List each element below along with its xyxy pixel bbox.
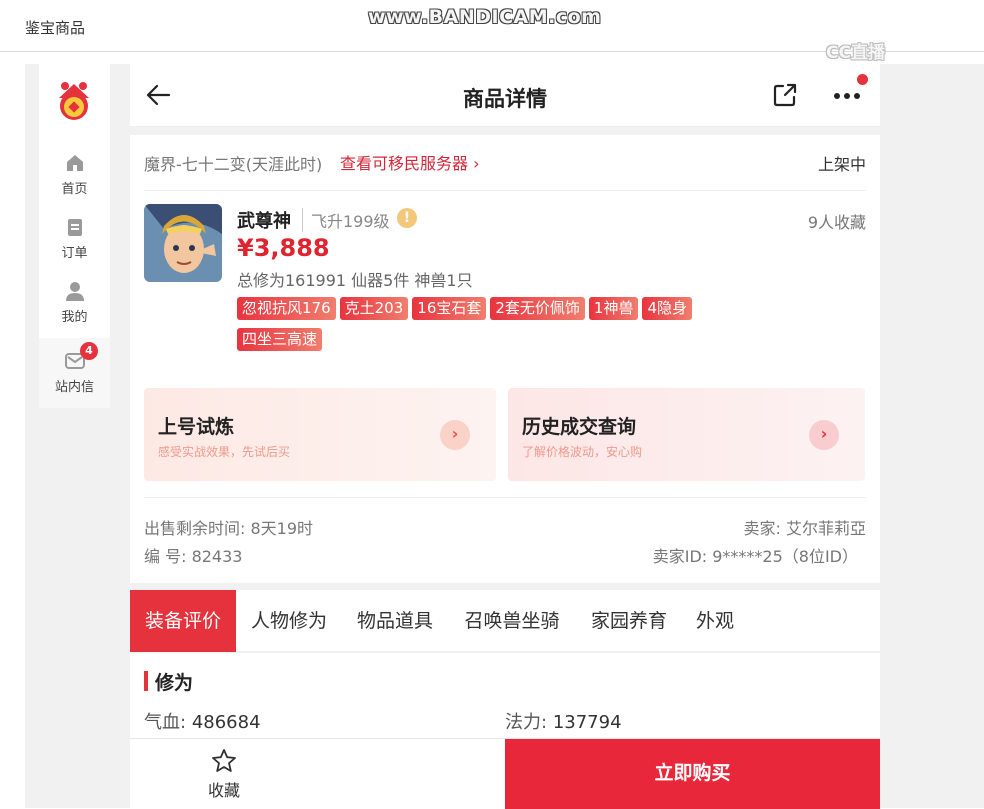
migrate-server-link-label: 查看可移民服务器 (340, 154, 469, 173)
page-title: 商品详情 (463, 87, 547, 111)
feature-tag: 2套无价佩饰 (490, 297, 585, 320)
stat-value: 486684 (191, 712, 261, 733)
nav-item-mine[interactable]: 我的 (39, 274, 110, 336)
bottom-action-bar: 收藏 立即购买 (130, 738, 880, 809)
character-level: 飞升199级 (302, 208, 390, 232)
nav-item-label: 首页 (61, 182, 88, 197)
trade-history-promo[interactable]: 历史成交查询 了解价格波动，安心购 › (508, 388, 865, 481)
stat-label: 气血: (144, 712, 187, 733)
server-name: 魔界-七十二变(天涯此时) (144, 155, 323, 174)
favorite-button[interactable]: 收藏 (130, 739, 318, 809)
recorder-watermark: www.BANDICAM.com (368, 6, 602, 28)
seller-name: 卖家: 艾尔菲莉亞 (743, 519, 866, 538)
stat-mp: 法力: 137794 (505, 708, 622, 734)
tab-items[interactable]: 物品道具 (342, 590, 448, 652)
nav-item-messages[interactable]: 4 站内信 (39, 338, 110, 408)
info-warning-icon[interactable]: ! (397, 208, 417, 228)
section-accent-bar (144, 671, 148, 691)
feature-tags: 忽视抗风176 克土203 16宝石套 2套无价佩饰 1神兽 4隐身四坐三高速 (237, 297, 857, 359)
stat-label: 法力: (505, 712, 548, 733)
promo-subtitle: 感受实战效果，先试后买 (158, 445, 291, 459)
star-icon (212, 749, 236, 772)
feature-tag: 4隐身 (642, 297, 693, 320)
promo-title: 上号试炼 (158, 416, 235, 438)
listing-status: 上架中 (817, 155, 866, 174)
tab-home[interactable]: 家园养育 (576, 590, 682, 652)
nav-item-label: 订单 (61, 246, 88, 261)
favorite-count: 9人收藏 (807, 213, 866, 232)
user-icon (65, 282, 84, 301)
feature-tag: 1神兽 (588, 297, 639, 320)
buy-now-button[interactable]: 立即购买 (505, 739, 880, 809)
tab-equipment-review[interactable]: 装备评价 (130, 590, 236, 652)
chevron-right-icon: › (809, 420, 839, 450)
character-name: 武尊神 (237, 211, 291, 232)
more-options-icon[interactable] (832, 84, 862, 108)
feature-tag: 克土203 (339, 297, 409, 320)
tab-summons-mounts[interactable]: 召唤兽坐骑 (448, 590, 576, 652)
promo-title: 历史成交查询 (522, 416, 637, 438)
feature-tag: 忽视抗风176 (237, 297, 336, 320)
favorite-label: 收藏 (207, 781, 240, 800)
feature-tag: 16宝石套 (412, 297, 487, 320)
service-card: 上号试炼 感受实战效果，先试后买 › 历史成交查询 了解价格波动，安心购 › 出… (130, 375, 880, 583)
share-icon[interactable] (771, 81, 799, 109)
notification-dot (857, 74, 868, 85)
corner-watermark: CC直播 (826, 43, 885, 63)
app-logo-icon (59, 82, 89, 120)
feature-tag: 四坐三高速 (237, 328, 323, 351)
left-nav: 首页 订单 我的 4 站内信 (39, 64, 110, 408)
character-summary: 总修为161991 仙器5件 神兽1只 (237, 271, 473, 290)
main-panel: 商品详情 魔界-七十二变(天涯此时) 查看可移民服务器 › 上架中 武尊神 飞升… (130, 64, 880, 809)
remaining-time: 出售剩余时间: 8天19时 (144, 519, 314, 538)
page-header: 商品详情 (130, 64, 880, 127)
stat-hp: 气血: 486684 (144, 708, 261, 734)
home-icon (66, 155, 83, 171)
stat-value: 137794 (552, 712, 622, 733)
message-count-badge: 4 (80, 342, 98, 360)
chevron-right-icon: › (440, 420, 470, 450)
promo-subtitle: 了解价格波动，安心购 (522, 445, 643, 459)
divider (144, 497, 866, 498)
window-title: 鉴宝商品 (25, 19, 86, 37)
detail-tabs: 装备评价 人物修为 物品道具 召唤兽坐骑 家园养育 外观 (130, 590, 880, 652)
trial-login-promo[interactable]: 上号试炼 感受实战效果，先试后买 › (144, 388, 496, 481)
tab-cultivation[interactable]: 人物修为 (236, 590, 342, 652)
nav-item-label: 站内信 (54, 380, 94, 395)
seller-id: 卖家ID: 9*****25（8位ID） (652, 547, 858, 566)
tab-appearance[interactable]: 外观 (682, 590, 748, 652)
divider (144, 190, 866, 191)
character-avatar[interactable] (144, 204, 222, 282)
product-price: ¥3,888 (237, 234, 330, 262)
chevron-right-icon: › (473, 154, 480, 173)
order-icon (67, 219, 82, 236)
nav-item-home[interactable]: 首页 (39, 146, 110, 208)
listing-number: 编 号: 82433 (144, 547, 243, 566)
nav-item-label: 我的 (61, 310, 88, 325)
section-title: 修为 (155, 672, 194, 694)
migrate-server-link[interactable]: 查看可移民服务器 › (340, 150, 480, 174)
nav-item-orders[interactable]: 订单 (39, 210, 110, 272)
